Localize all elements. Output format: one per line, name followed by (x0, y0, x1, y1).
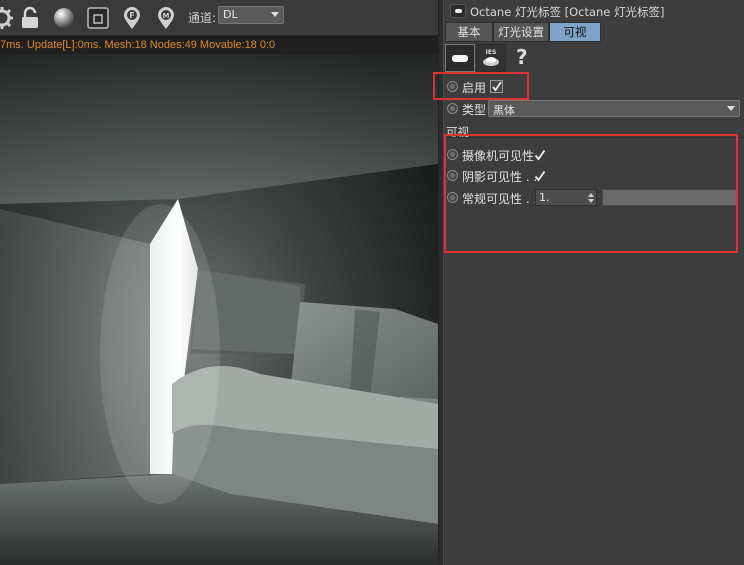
chevron-down-icon (727, 106, 735, 111)
keyframe-radio[interactable] (447, 149, 458, 160)
ies-label: IES (486, 49, 497, 56)
material-pick-icon[interactable]: M (154, 6, 178, 30)
enable-checkbox[interactable] (490, 80, 503, 93)
general-visibility-row: 常规可见性 . . 1. (444, 188, 744, 208)
keyframe-radio[interactable] (447, 170, 458, 181)
attribute-manager: Octane 灯光标签 [Octane 灯光标签] 基本 灯光设置 可视 IES… (444, 0, 744, 565)
attribute-title: Octane 灯光标签 [Octane 灯光标签] (470, 5, 665, 19)
general-visibility-label: 常规可见性 . . (462, 192, 538, 206)
tab-light-settings[interactable]: 灯光设置 (493, 22, 549, 42)
keyframe-radio[interactable] (447, 192, 458, 203)
chevron-down-icon (271, 12, 279, 17)
svg-text:M: M (163, 12, 170, 20)
section-divider (444, 137, 744, 138)
camera-visibility-checkbox[interactable] (534, 149, 546, 161)
type-label: 类型 (462, 103, 487, 117)
type-value: 黑体 (493, 104, 515, 117)
channel-value: DL (223, 8, 238, 21)
keyframe-radio[interactable] (447, 81, 458, 92)
svg-text:F: F (129, 11, 134, 20)
unlock-icon[interactable] (18, 6, 42, 30)
render-stats: 7ms. Update[L]:0ms. Mesh:18 Nodes:49 Mov… (0, 37, 438, 54)
channel-label: 通道: (188, 11, 217, 25)
channel-select[interactable]: DL (218, 6, 284, 24)
attribute-header: Octane 灯光标签 [Octane 灯光标签] (444, 0, 744, 22)
spinner-arrows-icon[interactable] (588, 193, 594, 203)
keyframe-radio[interactable] (447, 103, 458, 114)
general-visibility-value: 1. (539, 191, 550, 204)
gear-icon[interactable] (0, 6, 14, 30)
render-viewport[interactable] (0, 54, 438, 565)
viewport-toolbar: F M 通道: DL (0, 0, 438, 36)
shadow-visibility-label: 阴影可见性 . . (462, 170, 538, 184)
type-select[interactable]: 黑体 (488, 100, 740, 117)
enable-label: 启用 (462, 81, 487, 95)
material-sphere-icon[interactable] (52, 6, 76, 30)
camera-visibility-label: 摄像机可见性 (462, 149, 535, 163)
general-visibility-input[interactable]: 1. (535, 189, 597, 206)
shadow-visibility-row: 阴影可见性 . . (444, 166, 744, 186)
camera-visibility-row: 摄像机可见性 (444, 145, 744, 165)
ies-light-tab[interactable]: IES (476, 44, 506, 72)
tab-visibility[interactable]: 可视 (549, 22, 601, 42)
area-light-tab[interactable] (445, 44, 475, 72)
help-icon: ? (516, 45, 528, 69)
viewport-pane: F M 通道: DL 7ms. Update[L]:0ms. Mesh:18 N… (0, 0, 438, 565)
focus-pick-icon[interactable]: F (120, 6, 144, 30)
help-tab[interactable]: ? (512, 44, 532, 72)
general-visibility-slider[interactable] (602, 189, 738, 206)
ies-light-icon: IES (483, 49, 499, 66)
enable-row: 启用 (444, 77, 744, 97)
tab-basic[interactable]: 基本 (445, 22, 493, 42)
area-light-icon (452, 55, 468, 62)
light-tag-icon (450, 4, 466, 18)
shadow-visibility-checkbox[interactable] (534, 170, 546, 182)
region-render-icon[interactable] (86, 6, 110, 30)
